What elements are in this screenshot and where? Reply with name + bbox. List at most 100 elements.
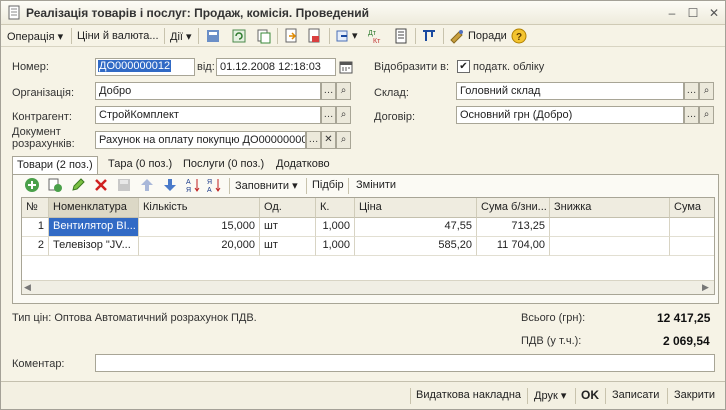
col-header-no[interactable]: № bbox=[22, 198, 49, 218]
tab-goods[interactable]: Товари (2 поз.) bbox=[12, 156, 98, 175]
delete-row-icon[interactable] bbox=[93, 177, 109, 193]
select-button[interactable]: Підбір bbox=[312, 179, 344, 191]
organization-search-icon[interactable]: ⌕ bbox=[336, 82, 351, 100]
col-header-coef[interactable]: К. bbox=[316, 198, 355, 218]
toolbar: Операція ▾ Ціни й валюта... Дії ▾ ▾ Дт Кт… bbox=[1, 25, 725, 47]
help-icon[interactable]: ? bbox=[511, 28, 527, 44]
cell-quantity[interactable]: 15,000 bbox=[139, 218, 260, 237]
add-row-icon[interactable] bbox=[24, 177, 40, 193]
cell-discount[interactable] bbox=[550, 218, 670, 237]
post-icon[interactable] bbox=[205, 28, 221, 44]
sort-ascending-icon[interactable]: AЯ bbox=[185, 177, 201, 193]
move-down-icon[interactable] bbox=[162, 177, 178, 193]
tax-accounting-label: податк. облікy bbox=[473, 61, 545, 73]
cell-item[interactable]: Телевізор "JV... bbox=[49, 237, 139, 256]
goods-table[interactable]: № Номенклатура Кількість Од. К. Ціна Сум… bbox=[21, 197, 715, 295]
maximize-button[interactable]: ☐ bbox=[686, 6, 700, 20]
svg-text:A: A bbox=[207, 187, 212, 193]
debit-credit-icon[interactable]: ДтКт bbox=[367, 28, 383, 44]
cell-unit[interactable]: шт bbox=[260, 218, 316, 237]
date-field[interactable]: 01.12.2008 12:18:03 bbox=[216, 58, 336, 76]
structure-icon[interactable] bbox=[421, 28, 437, 44]
col-header-sum-no-discount[interactable]: Сума б/зни... bbox=[477, 198, 550, 218]
actions-menu[interactable]: Дії ▾ bbox=[170, 30, 192, 43]
horizontal-scrollbar[interactable]: ◀ ▶ bbox=[22, 280, 714, 294]
refresh-icon[interactable] bbox=[231, 28, 247, 44]
navigate-dropdown-arrow[interactable]: ▾ bbox=[352, 29, 358, 42]
comment-label: Коментар: bbox=[12, 358, 65, 370]
navigate-icon[interactable] bbox=[335, 28, 351, 44]
col-header-item[interactable]: Номенклатура bbox=[49, 198, 139, 218]
change-button[interactable]: Змінити bbox=[356, 179, 396, 191]
contract-search-icon[interactable]: ⌕ bbox=[699, 106, 714, 124]
operation-menu[interactable]: Операція ▾ bbox=[7, 30, 63, 43]
save-button[interactable]: Записати bbox=[612, 389, 659, 401]
comment-field[interactable] bbox=[95, 354, 715, 372]
reflect-in-label: Відобразити в: bbox=[374, 61, 450, 73]
tab-containers[interactable]: Тара (0 поз.) bbox=[104, 156, 176, 174]
payment-doc-search-icon[interactable]: ⌕ bbox=[336, 131, 351, 149]
print-menu[interactable]: Друк ▾ bbox=[534, 389, 566, 402]
cell-sum[interactable] bbox=[670, 218, 714, 237]
cell-item[interactable]: Вентилятор BI... bbox=[49, 218, 139, 237]
based-on-icon[interactable] bbox=[283, 28, 299, 44]
scroll-left-icon[interactable]: ◀ bbox=[24, 282, 31, 293]
contractor-field[interactable]: СтройКомплект bbox=[95, 106, 321, 124]
payment-doc-field[interactable]: Рахунок на оплату покупцю ДО00000000 bbox=[95, 131, 306, 149]
warehouse-search-icon[interactable]: ⌕ bbox=[699, 82, 714, 100]
document-window: Реалізація товарів і послуг: Продаж, ком… bbox=[0, 0, 726, 410]
copy-row-icon[interactable] bbox=[47, 177, 63, 193]
cell-quantity[interactable]: 20,000 bbox=[139, 237, 260, 256]
print-document-icon[interactable] bbox=[306, 28, 322, 44]
contractor-search-icon[interactable]: ⌕ bbox=[336, 106, 351, 124]
cell-sum[interactable] bbox=[670, 237, 714, 256]
number-field[interactable]: ДО000000012 bbox=[95, 58, 195, 76]
warehouse-select-button[interactable]: … bbox=[684, 82, 699, 100]
contractor-select-button[interactable]: … bbox=[321, 106, 336, 124]
cell-price[interactable]: 47,55 bbox=[355, 218, 477, 237]
close-button[interactable]: Закрити bbox=[674, 389, 715, 401]
col-header-sum[interactable]: Сума bbox=[670, 198, 714, 218]
col-header-unit[interactable]: Од. bbox=[260, 198, 316, 218]
copy-icon[interactable] bbox=[256, 28, 272, 44]
payment-doc-clear-icon[interactable]: ✕ bbox=[321, 131, 336, 149]
scroll-right-icon[interactable]: ▶ bbox=[702, 282, 709, 293]
organization-select-button[interactable]: … bbox=[321, 82, 336, 100]
move-up-icon[interactable] bbox=[139, 177, 155, 193]
col-header-quantity[interactable]: Кількість bbox=[139, 198, 260, 218]
minimize-button[interactable]: – bbox=[665, 6, 679, 20]
cell-unit[interactable]: шт bbox=[260, 237, 316, 256]
close-window-button[interactable]: ✕ bbox=[707, 6, 721, 20]
cell-sum-no-discount[interactable]: 11 704,00 bbox=[477, 237, 550, 256]
warehouse-field[interactable]: Головний склад bbox=[456, 82, 684, 100]
contract-select-button[interactable]: … bbox=[684, 106, 699, 124]
cell-discount[interactable] bbox=[550, 237, 670, 256]
window-title: Реалізація товарів і послуг: Продаж, ком… bbox=[26, 6, 370, 20]
organization-field[interactable]: Добро bbox=[95, 82, 321, 100]
tab-services[interactable]: Послуги (0 поз.) bbox=[179, 156, 268, 174]
contract-field[interactable]: Основний грн (Добро) bbox=[456, 106, 684, 124]
prices-currency-button[interactable]: Ціни й валюта... bbox=[77, 30, 159, 42]
payment-doc-label: Документ bbox=[12, 126, 61, 138]
cell-price[interactable]: 585,20 bbox=[355, 237, 477, 256]
col-header-price[interactable]: Ціна bbox=[355, 198, 477, 218]
payment-doc-select-button[interactable]: … bbox=[306, 131, 321, 149]
cell-coef[interactable]: 1,000 bbox=[316, 237, 355, 256]
cell-sum-no-discount[interactable]: 713,25 bbox=[477, 218, 550, 237]
total-value: 12 417,25 bbox=[657, 311, 711, 325]
journal-icon[interactable] bbox=[393, 28, 409, 44]
invoice-button[interactable]: Видаткова накладна bbox=[416, 389, 521, 401]
sort-descending-icon[interactable]: ЯA bbox=[206, 177, 222, 193]
advice-icon[interactable] bbox=[449, 28, 465, 44]
calendar-icon[interactable] bbox=[338, 59, 354, 75]
edit-row-icon[interactable] bbox=[70, 177, 86, 193]
tax-accounting-checkbox[interactable]: ✔ bbox=[457, 60, 470, 73]
cell-coef[interactable]: 1,000 bbox=[316, 218, 355, 237]
end-edit-icon[interactable] bbox=[116, 177, 132, 193]
col-header-discount[interactable]: Знижка bbox=[550, 198, 670, 218]
advice-button[interactable]: Поради bbox=[468, 30, 507, 42]
svg-text:Дт: Дт bbox=[368, 30, 377, 37]
fill-menu[interactable]: Заповнити ▾ bbox=[235, 179, 298, 192]
ok-button[interactable]: OK bbox=[581, 388, 599, 402]
tab-additional[interactable]: Додатково bbox=[272, 156, 334, 174]
